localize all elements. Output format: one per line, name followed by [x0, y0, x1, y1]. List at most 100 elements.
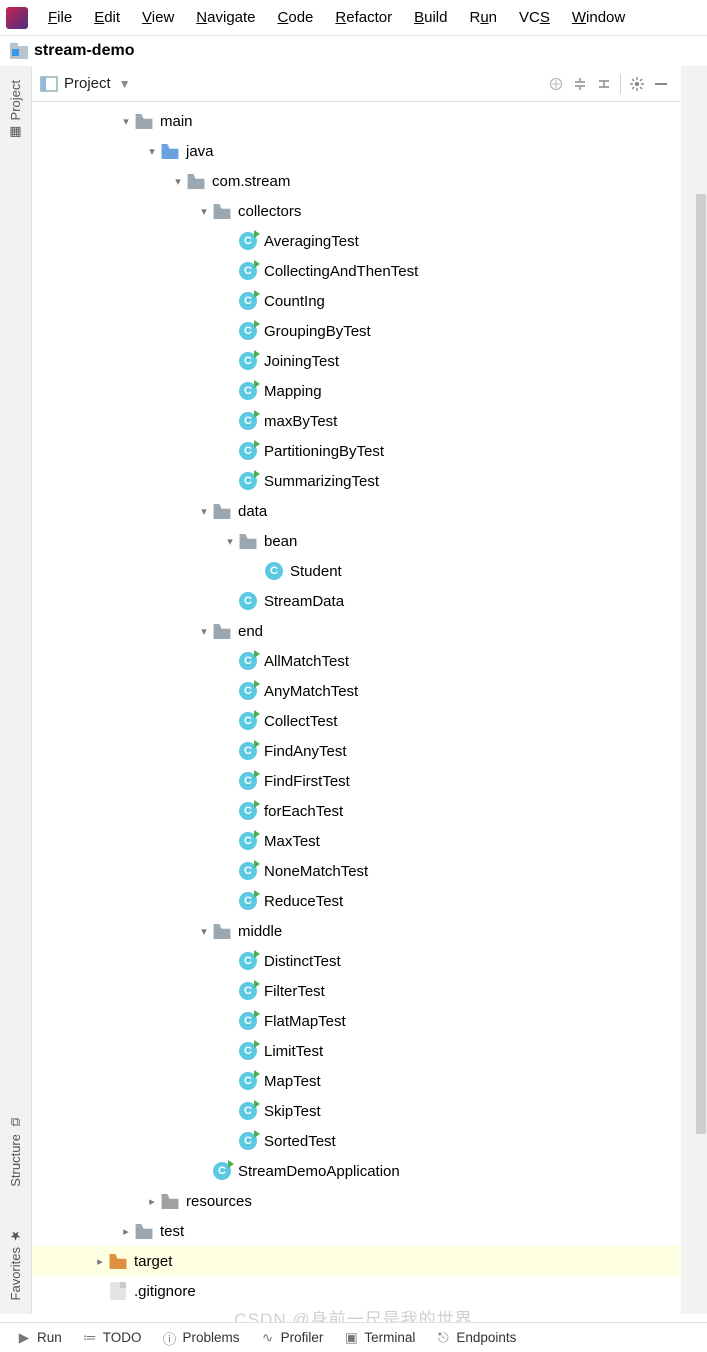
tree-item[interactable]: CMapping	[32, 376, 681, 406]
tree-arrow-icon[interactable]	[144, 1193, 160, 1209]
tree-arrow-icon	[222, 893, 238, 909]
menu-edit[interactable]: Edit	[88, 7, 126, 28]
tree-item[interactable]: middle	[32, 916, 681, 946]
runnable-class-icon: C	[238, 321, 258, 341]
menu-build[interactable]: Build	[408, 7, 453, 28]
sidebar-tab-project[interactable]: ▦ Project	[6, 74, 25, 146]
collapse-all-button[interactable]	[592, 72, 616, 96]
tree-item[interactable]: CStreamData	[32, 586, 681, 616]
tree-item[interactable]: C Student	[32, 556, 681, 586]
tree-item[interactable]: CLimitTest	[32, 1036, 681, 1066]
tree-item-label: middle	[238, 923, 282, 940]
tree-item[interactable]: CPartitioningByTest	[32, 436, 681, 466]
tree-arrow-icon[interactable]	[196, 503, 212, 519]
tree-item[interactable]: CFilterTest	[32, 976, 681, 1006]
project-tree[interactable]: mainjavacom.streamcollectors C AveragingTe…	[32, 102, 681, 1314]
tree-item-label: Student	[290, 563, 342, 580]
tree-item[interactable]: CStreamDemoApplication	[32, 1156, 681, 1186]
tree-item[interactable]: CCountIng	[32, 286, 681, 316]
tree-item[interactable]: CFlatMapTest	[32, 1006, 681, 1036]
play-icon: ▶	[16, 1330, 32, 1346]
chevron-down-icon[interactable]: ▼	[119, 77, 131, 91]
tree-item[interactable]: CAllMatchTest	[32, 646, 681, 676]
menu-window[interactable]: Window	[566, 7, 631, 28]
scrollbar-thumb[interactable]	[696, 194, 706, 1134]
tree-item[interactable]: data	[32, 496, 681, 526]
class-icon: C	[264, 561, 284, 581]
menu-refactor[interactable]: Refactor	[329, 7, 398, 28]
tree-item[interactable]: C AveragingTest	[32, 226, 681, 256]
tree-arrow-icon[interactable]	[118, 1223, 134, 1239]
menu-navigate[interactable]: Navigate	[190, 7, 261, 28]
tree-item-label: FilterTest	[264, 983, 325, 1000]
tree-item-label: FlatMapTest	[264, 1013, 346, 1030]
status-run[interactable]: ▶Run	[8, 1330, 70, 1346]
tree-arrow-icon[interactable]	[222, 533, 238, 549]
tree-item[interactable]: CFindFirstTest	[32, 766, 681, 796]
tree-arrow-icon[interactable]	[196, 623, 212, 639]
tree-item[interactable]: CCollectingAndThenTest	[32, 256, 681, 286]
tree-item[interactable]: CReduceTest	[32, 886, 681, 916]
status-terminal[interactable]: ▣Terminal	[335, 1330, 423, 1346]
status-problems[interactable]: ⓘProblems	[154, 1330, 248, 1346]
tree-arrow-icon[interactable]	[170, 173, 186, 189]
menu-file[interactable]: File	[42, 7, 78, 28]
runnable-class-icon: C	[238, 651, 258, 671]
tree-item[interactable]: .gitignore	[32, 1276, 681, 1306]
tree-item[interactable]: com.stream	[32, 166, 681, 196]
status-endpoints[interactable]: ⎋Endpoints	[427, 1330, 524, 1346]
tree-item[interactable]: CmaxByTest	[32, 406, 681, 436]
pulse-icon: ∿	[260, 1330, 276, 1346]
tree-item[interactable]: java	[32, 136, 681, 166]
tree-item[interactable]: CSortedTest	[32, 1126, 681, 1156]
tree-arrow-icon	[222, 773, 238, 789]
runnable-class-icon: C	[238, 261, 258, 281]
tree-item[interactable]: CDistinctTest	[32, 946, 681, 976]
select-opened-file-button[interactable]	[544, 72, 568, 96]
tree-item[interactable]: CSummarizingTest	[32, 466, 681, 496]
tree-item[interactable]: target	[32, 1246, 681, 1276]
tree-item[interactable]: end	[32, 616, 681, 646]
panel-title[interactable]: Project	[64, 75, 111, 92]
tree-item[interactable]: CMapTest	[32, 1066, 681, 1096]
menu-vcs[interactable]: VCS	[513, 7, 556, 28]
tree-item[interactable]: main	[32, 106, 681, 136]
sidebar-tab-favorites[interactable]: Favorites★	[6, 1221, 25, 1306]
tree-item[interactable]: test	[32, 1216, 681, 1246]
tree-arrow-icon[interactable]	[196, 923, 212, 939]
tree-item[interactable]: resources	[32, 1186, 681, 1216]
tree-item[interactable]: CFindAnyTest	[32, 736, 681, 766]
folder-target-icon	[108, 1251, 128, 1271]
tree-arrow-icon[interactable]	[118, 113, 134, 129]
tree-arrow-icon[interactable]	[196, 203, 212, 219]
status-todo[interactable]: ≔TODO	[74, 1330, 150, 1346]
tree-arrow-icon[interactable]	[144, 143, 160, 159]
expand-all-button[interactable]	[568, 72, 592, 96]
tree-item-label: FindAnyTest	[264, 743, 347, 760]
tree-item[interactable]: CGroupingByTest	[32, 316, 681, 346]
tree-item[interactable]: CforEachTest	[32, 796, 681, 826]
tree-item[interactable]: CJoiningTest	[32, 346, 681, 376]
menu-code[interactable]: Code	[272, 7, 320, 28]
tree-item[interactable]: bean	[32, 526, 681, 556]
tree-arrow-icon[interactable]	[92, 1253, 108, 1269]
status-profiler[interactable]: ∿Profiler	[252, 1330, 332, 1346]
runnable-class-icon: C	[238, 231, 258, 251]
tree-item[interactable]: collectors	[32, 196, 681, 226]
settings-button[interactable]	[625, 72, 649, 96]
menu-view[interactable]: View	[136, 7, 180, 28]
tree-item[interactable]: CCollectTest	[32, 706, 681, 736]
runnable-class-icon: C	[238, 1131, 258, 1151]
breadcrumb-project[interactable]: stream-demo	[34, 42, 134, 60]
menu-run[interactable]: Run	[463, 7, 503, 28]
hide-button[interactable]	[649, 72, 673, 96]
folder-icon	[134, 111, 154, 131]
scroll-gutter	[681, 66, 707, 1314]
tree-item[interactable]: CAnyMatchTest	[32, 676, 681, 706]
tree-item[interactable]: CMaxTest	[32, 826, 681, 856]
tree-item[interactable]: CSkipTest	[32, 1096, 681, 1126]
sidebar-tab-structure[interactable]: Structure⧉	[6, 1108, 25, 1193]
tree-item[interactable]: CNoneMatchTest	[32, 856, 681, 886]
tree-item-label: PartitioningByTest	[264, 443, 384, 460]
tree-item-label: AveragingTest	[264, 233, 359, 250]
